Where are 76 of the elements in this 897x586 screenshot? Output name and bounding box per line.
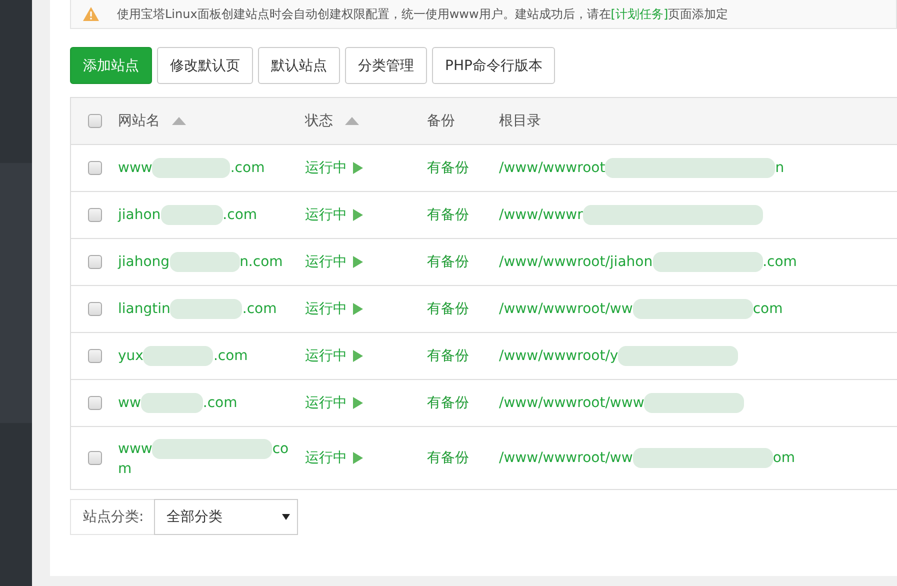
- status-link[interactable]: 运行中: [305, 206, 363, 224]
- play-icon: [353, 209, 363, 221]
- site-name-link[interactable]: jiahong: [118, 254, 170, 270]
- root-path-link[interactable]: /www/wwwroot/y: [499, 348, 618, 364]
- row-checkbox[interactable]: [88, 302, 102, 316]
- category-label: 站点分类:: [70, 499, 154, 535]
- caret-icon: [282, 514, 290, 520]
- play-icon: [353, 162, 363, 174]
- site-name-link[interactable]: .com: [213, 348, 248, 364]
- column-header: 根目录: [499, 112, 541, 130]
- warning-icon: [83, 7, 99, 21]
- root-path-link[interactable]: /www/wwwroot/www: [499, 395, 644, 411]
- backup-link[interactable]: 有备份: [427, 206, 469, 224]
- row-checkbox[interactable]: [88, 208, 102, 222]
- status-link[interactable]: 运行中: [305, 347, 363, 365]
- select-all-checkbox[interactable]: [88, 114, 102, 128]
- backup-link[interactable]: 有备份: [427, 300, 469, 318]
- site-name-link[interactable]: www: [118, 441, 152, 457]
- toolbar-button[interactable]: 修改默认页: [157, 47, 253, 84]
- site-name-link[interactable]: .com: [242, 301, 277, 317]
- row-checkbox[interactable]: [88, 349, 102, 363]
- root-path-link[interactable]: /www/wwwroot/ww: [499, 450, 633, 466]
- play-icon: [353, 452, 363, 464]
- row-checkbox[interactable]: [88, 396, 102, 410]
- root-path-link[interactable]: /www/wwwr: [499, 207, 583, 223]
- play-icon: [353, 256, 363, 268]
- blurred-redaction: [160, 205, 223, 225]
- root-path-link[interactable]: /www/wwwroot/jiahon: [499, 254, 653, 270]
- site-name-link[interactable]: ww: [118, 395, 141, 411]
- row-checkbox[interactable]: [88, 255, 102, 269]
- site-name-link[interactable]: www: [118, 160, 152, 176]
- backup-link[interactable]: 有备份: [427, 347, 469, 365]
- category-select[interactable]: 全部分类: [154, 499, 298, 535]
- site-name-link[interactable]: .com: [230, 160, 265, 176]
- site-name-link[interactable]: .com: [202, 395, 238, 411]
- status-link[interactable]: 运行中: [305, 300, 363, 318]
- play-icon: [353, 350, 363, 362]
- status-link[interactable]: 运行中: [305, 449, 363, 467]
- column-header: 备份: [427, 112, 455, 130]
- root-path-link[interactable]: /www/wwwroot: [499, 160, 606, 176]
- column-header[interactable]: 状态: [305, 112, 333, 130]
- root-path-link[interactable]: com: [752, 301, 783, 317]
- blurred-redaction: [140, 393, 203, 413]
- backup-link[interactable]: 有备份: [427, 449, 469, 467]
- backup-link[interactable]: 有备份: [427, 159, 469, 177]
- site-name-link[interactable]: n.com: [240, 254, 283, 270]
- root-path-link[interactable]: om: [772, 450, 796, 466]
- site-name-link[interactable]: jiahon: [118, 207, 161, 223]
- blurred-redaction: [170, 252, 240, 272]
- toolbar-button[interactable]: PHP命令行版本: [432, 47, 556, 84]
- toolbar-button[interactable]: 默认站点: [258, 47, 340, 84]
- add-site-button[interactable]: 添加站点: [70, 47, 152, 84]
- row-checkbox[interactable]: [88, 161, 102, 175]
- toolbar-button[interactable]: 分类管理: [345, 47, 427, 84]
- site-name-link[interactable]: liangtin: [118, 301, 170, 317]
- status-link[interactable]: 运行中: [305, 253, 363, 271]
- status-link[interactable]: 运行中: [305, 394, 363, 412]
- play-icon: [353, 397, 363, 409]
- site-name-link[interactable]: .com: [222, 207, 258, 223]
- root-path-link[interactable]: .com: [762, 254, 797, 270]
- scheduled-task-link[interactable]: [计划任务]: [610, 6, 668, 20]
- blurred-redaction: [143, 346, 214, 366]
- root-path-link[interactable]: /www/wwwroot/ww: [499, 301, 633, 317]
- row-checkbox[interactable]: [88, 451, 102, 465]
- site-name-link[interactable]: m: [118, 461, 132, 477]
- backup-link[interactable]: 有备份: [427, 253, 469, 271]
- status-link[interactable]: 运行中: [305, 159, 363, 177]
- notice-text: 使用宝塔Linux面板创建站点时会自动创建权限配置，统一使用www用户。建站成功后，请在[计划任务]页面添加定: [117, 6, 728, 22]
- site-name-link[interactable]: co: [272, 441, 289, 457]
- root-path-link[interactable]: n: [775, 160, 784, 176]
- sort-icon[interactable]: [345, 117, 359, 125]
- column-header[interactable]: 网站名: [118, 112, 160, 130]
- backup-link[interactable]: 有备份: [427, 394, 469, 412]
- site-name-link[interactable]: yux: [118, 348, 144, 364]
- sort-icon[interactable]: [172, 117, 186, 125]
- play-icon: [353, 303, 363, 315]
